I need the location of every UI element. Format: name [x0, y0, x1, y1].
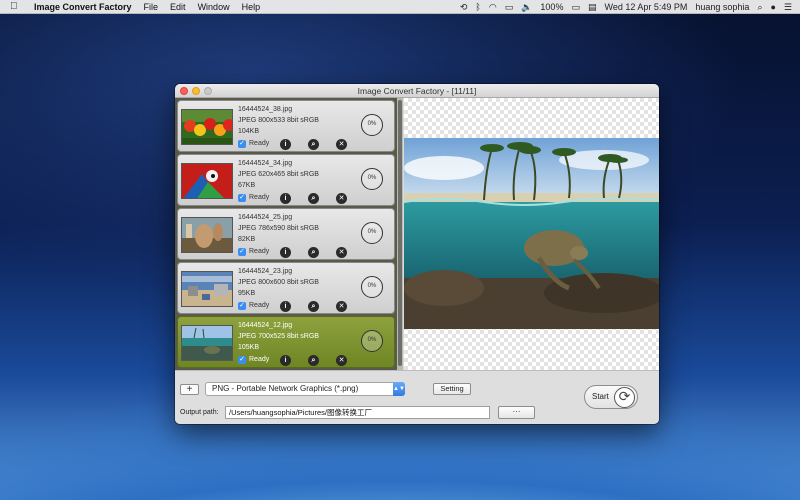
file-name: 16444524_23.jpg [238, 268, 293, 275]
list-scrollbar[interactable] [397, 98, 403, 370]
magnifier-icon[interactable]: ⌕ [308, 139, 319, 150]
output-path-label: Output path: [180, 409, 219, 416]
remove-icon[interactable]: ✕ [336, 247, 347, 258]
status-label: Ready [249, 356, 270, 363]
output-format-select[interactable]: PNG - Portable Network Graphics (*.png) … [205, 382, 405, 396]
file-format: JPEG 620x465 8bit sRGB [238, 171, 319, 178]
status-label: Ready [249, 140, 270, 147]
browse-button[interactable]: ··· [498, 406, 535, 419]
airplay-icon[interactable]: ▭ [505, 2, 514, 13]
spotlight-icon[interactable]: ⌕ [757, 2, 762, 13]
file-size: 67KB [238, 182, 256, 189]
list-item-selected[interactable]: 16444524_12.jpg JPEG 700x525 8bit sRGB 1… [177, 316, 395, 368]
thumbnail-image [181, 271, 233, 307]
start-button[interactable]: Start ⟳ [584, 385, 638, 409]
thumbnail-image [181, 109, 233, 145]
flag-icon[interactable]: ▤ [588, 2, 597, 13]
user-name[interactable]: huang sophia [695, 2, 749, 12]
bluetooth-icon[interactable]: ᛒ [475, 2, 480, 12]
list-item[interactable]: 16444524_34.jpg JPEG 620x465 8bit sRGB 6… [177, 154, 395, 206]
info-icon[interactable]: i [280, 355, 291, 366]
remove-icon[interactable]: ✕ [336, 193, 347, 204]
menu-window[interactable]: Window [198, 2, 230, 12]
remove-icon[interactable]: ✕ [336, 139, 347, 150]
apple-icon[interactable]:  [10, 1, 26, 12]
wifi-icon[interactable]: ◠ [489, 2, 497, 13]
list-item[interactable]: 16444524_38.jpg JPEG 800x533 8bit sRGB 1… [177, 100, 395, 152]
chevron-down-icon[interactable]: ▲▼ [393, 382, 405, 396]
status-label: Ready [249, 248, 270, 255]
file-size: 82KB [238, 236, 256, 243]
output-path-field[interactable]: /Users/huangsophia/Pictures/图像转换工厂 [225, 406, 490, 419]
ready-checkbox[interactable]: ✓ [238, 140, 246, 148]
volume-icon[interactable]: 🔈 [521, 2, 532, 13]
file-name: 16444524_38.jpg [238, 106, 293, 113]
file-format: JPEG 786x590 8bit sRGB [238, 225, 319, 232]
file-format: JPEG 800x600 8bit sRGB [238, 279, 319, 286]
refresh-icon[interactable]: ⟳ [614, 387, 635, 408]
info-icon[interactable]: i [280, 193, 291, 204]
bottom-toolbar: + PNG - Portable Network Graphics (*.png… [175, 370, 659, 424]
scrollbar-thumb[interactable] [398, 100, 402, 366]
magnifier-icon[interactable]: ⌕ [308, 193, 319, 204]
ready-checkbox[interactable]: ✓ [238, 302, 246, 310]
progress-indicator: 0% [361, 222, 383, 244]
menu-app-name[interactable]: Image Convert Factory [34, 2, 132, 12]
status-label: Ready [249, 194, 270, 201]
output-format-value: PNG - Portable Network Graphics (*.png) [212, 384, 359, 393]
remove-icon[interactable]: ✕ [336, 301, 347, 312]
ready-checkbox[interactable]: ✓ [238, 248, 246, 256]
battery-percent[interactable]: 100% [540, 2, 563, 12]
notification-center-icon[interactable]: ☰ [784, 2, 792, 13]
image-preview [404, 98, 659, 370]
progress-indicator: 0% [361, 114, 383, 136]
file-size: 104KB [238, 128, 260, 135]
ready-checkbox[interactable]: ✓ [238, 194, 246, 202]
add-files-button[interactable]: + [180, 384, 199, 395]
clock[interactable]: Wed 12 Apr 5:49 PM [604, 2, 687, 12]
battery-icon[interactable]: ▭ [571, 2, 580, 13]
menu-edit[interactable]: Edit [170, 2, 186, 12]
magnifier-icon[interactable]: ⌕ [308, 301, 319, 312]
list-item[interactable]: 16444524_25.jpg JPEG 786x590 8bit sRGB 8… [177, 208, 395, 260]
setting-button[interactable]: Setting [433, 383, 471, 395]
magnifier-icon[interactable]: ⌕ [308, 355, 319, 366]
file-list[interactable]: 16444524_38.jpg JPEG 800x533 8bit sRGB 1… [175, 98, 403, 370]
magnifier-icon[interactable]: ⌕ [308, 247, 319, 258]
info-icon[interactable]: i [280, 247, 291, 258]
file-format: JPEG 700x525 8bit sRGB [238, 333, 319, 340]
title-bar[interactable]: Image Convert Factory - [11/11] [175, 84, 659, 98]
zoom-window-button[interactable] [204, 87, 212, 95]
start-label: Start [592, 392, 609, 401]
siri-icon[interactable]: ● [770, 2, 775, 12]
info-icon[interactable]: i [280, 301, 291, 312]
close-window-button[interactable] [180, 87, 188, 95]
window-title: Image Convert Factory - [11/11] [357, 86, 477, 96]
menu-help[interactable]: Help [242, 2, 261, 12]
info-icon[interactable]: i [280, 139, 291, 150]
app-window: Image Convert Factory - [11/11] 16444524… [175, 84, 659, 424]
minimize-window-button[interactable] [192, 87, 200, 95]
file-name: 16444524_34.jpg [238, 160, 293, 167]
file-format: JPEG 800x533 8bit sRGB [238, 117, 319, 124]
remove-icon[interactable]: ✕ [336, 355, 347, 366]
list-item[interactable]: 16444524_23.jpg JPEG 800x600 8bit sRGB 9… [177, 262, 395, 314]
file-name: 16444524_25.jpg [238, 214, 293, 221]
menu-file[interactable]: File [144, 2, 159, 12]
preview-photo [404, 138, 659, 329]
time-machine-icon[interactable]: ⟲ [460, 2, 468, 13]
thumbnail-image [181, 163, 233, 199]
ready-checkbox[interactable]: ✓ [238, 356, 246, 364]
progress-indicator: 0% [361, 330, 383, 352]
menu-bar:  Image Convert Factory File Edit Window… [0, 0, 800, 14]
file-size: 95KB [238, 290, 256, 297]
file-size: 105KB [238, 344, 260, 351]
progress-indicator: 0% [361, 168, 383, 190]
status-label: Ready [249, 302, 270, 309]
thumbnail-image [181, 325, 233, 361]
file-name: 16444524_12.jpg [238, 322, 293, 329]
thumbnail-image [181, 217, 233, 253]
progress-indicator: 0% [361, 276, 383, 298]
